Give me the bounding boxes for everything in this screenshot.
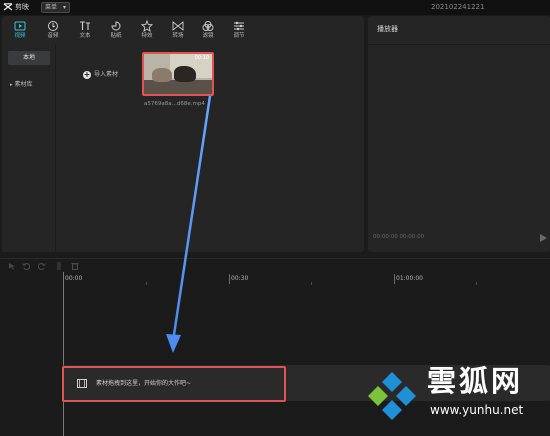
- watermark-name: 雲狐网: [427, 364, 524, 398]
- watermark-logo-icon: [368, 372, 416, 420]
- watermark-url: www.yunhu.net: [430, 403, 524, 417]
